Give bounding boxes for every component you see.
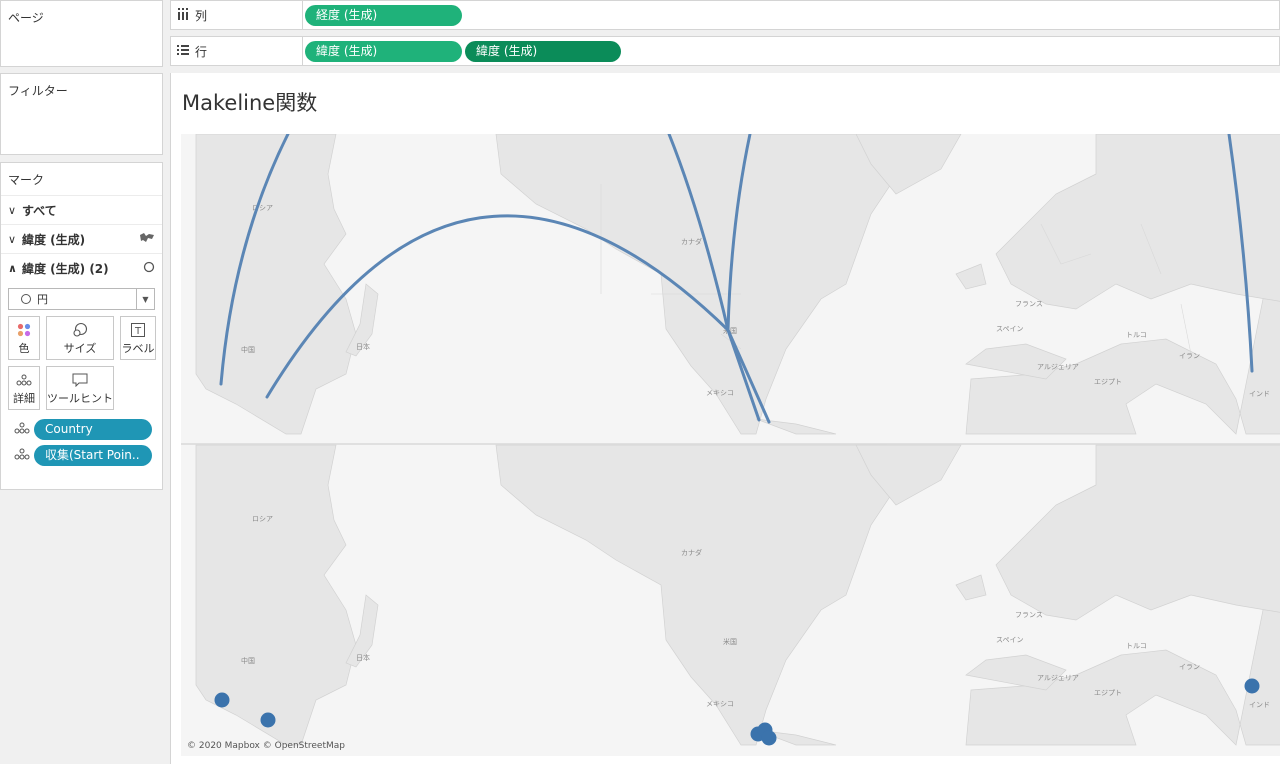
map-pane-bottom: ロシア 中国 日本 カナダ 米国 メキシコ フランス スペイン トルコ イラン … <box>181 444 1280 756</box>
map-area[interactable]: ロシア 中国 日本 カナダ 米国 メキシコ フランス スペイン トルコ イラン … <box>181 134 1280 756</box>
size-icon <box>72 321 88 339</box>
color-card[interactable]: 色 <box>8 316 40 360</box>
text-label-icon: T <box>131 321 145 339</box>
svg-text:T: T <box>134 326 142 337</box>
map-label-usa: 米国 <box>723 637 737 646</box>
map-label-china: 中国 <box>241 345 255 354</box>
map-label-algeria: アルジェリア <box>1037 363 1079 371</box>
map-label-canada: カナダ <box>681 548 702 557</box>
map-label-egypt: エジプト <box>1094 378 1122 386</box>
map-label-russia: ロシア <box>252 515 273 523</box>
detail-field-row: Country <box>14 418 162 440</box>
detail-field-row: 収集(Start Poin.. <box>14 444 162 466</box>
map-label-mexico: メキシコ <box>706 389 734 397</box>
tooltip-card-label: ツールヒント <box>47 392 113 405</box>
columns-label: 列 <box>195 8 208 23</box>
detail-card[interactable]: 詳細 <box>8 366 40 410</box>
map-label-india: インド <box>1249 390 1270 398</box>
detail-icon <box>14 448 34 463</box>
marks-cards-row-2: 詳細 ツールヒント <box>8 366 162 410</box>
latitude-pill-2[interactable]: 緯度 (生成) <box>465 40 621 62</box>
map-label-spain: スペイン <box>996 636 1024 644</box>
map-label-china: 中国 <box>241 656 255 665</box>
map-label-turkey: トルコ <box>1126 642 1147 650</box>
map-svg[interactable]: ロシア 中国 日本 カナダ 米国 メキシコ フランス スペイン トルコ イラン … <box>181 134 1280 756</box>
tableau-window: ページ フィルター マーク ∨ すべて ∨ 緯度 (生成) ∧ 緯度 (生成) … <box>0 0 1280 764</box>
size-card[interactable]: サイズ <box>46 316 114 360</box>
latitude-pill[interactable]: 緯度 (生成) <box>305 40 462 62</box>
marks-row-label: 緯度 (生成) <box>22 232 86 247</box>
map-pane-top: ロシア 中国 日本 カナダ 米国 メキシコ フランス スペイン トルコ イラン … <box>181 134 1280 443</box>
columns-shelf-label: 列 <box>171 1 303 29</box>
size-card-label: サイズ <box>63 342 97 355</box>
pages-title: ページ <box>8 11 44 25</box>
filters-title: フィルター <box>8 84 68 98</box>
rows-shelf-label: 行 <box>171 37 303 65</box>
columns-icon <box>177 7 195 23</box>
point-mark[interactable] <box>761 730 777 746</box>
chevron-down-icon: ∨ <box>8 203 17 217</box>
map-label-spain: スペイン <box>996 325 1024 333</box>
tooltip-icon <box>72 371 88 389</box>
rows-icon <box>177 44 195 59</box>
map-label-india: インド <box>1249 701 1270 709</box>
marks-row-label: 緯度 (生成) (2) <box>22 261 109 276</box>
viz-title: Makeline関数 <box>182 91 318 115</box>
map-label-france: フランス <box>1015 611 1043 619</box>
map-label-japan: 日本 <box>356 653 370 662</box>
detail-card-label: 詳細 <box>13 392 35 405</box>
tooltip-card[interactable]: ツールヒント <box>46 366 114 410</box>
circle-icon <box>21 294 31 304</box>
pages-panel[interactable]: ページ <box>0 0 163 67</box>
marks-panel: マーク ∨ すべて ∨ 緯度 (生成) ∧ 緯度 (生成) (2) 円 ▼ 色 … <box>0 162 163 490</box>
map-label-iran: イラン <box>1179 663 1200 671</box>
map-label-japan: 日本 <box>356 342 370 351</box>
map-label-france: フランス <box>1015 300 1043 308</box>
map-label-iran: イラン <box>1179 352 1200 360</box>
rows-shelf[interactable]: 行 緯度 (生成) 緯度 (生成) <box>170 36 1280 66</box>
chevron-down-icon: ▼ <box>136 289 154 309</box>
chevron-up-icon: ∧ <box>8 261 17 275</box>
point-mark[interactable] <box>1244 678 1260 694</box>
map-label-turkey: トルコ <box>1126 331 1147 339</box>
mark-type-value: 円 <box>37 293 48 306</box>
marks-cards-row-1: 色 サイズ T ラベル <box>8 316 162 360</box>
circle-mark-icon <box>143 261 155 276</box>
marks-row-latitude[interactable]: ∨ 緯度 (生成) <box>1 224 162 253</box>
color-icon <box>17 321 31 339</box>
map-label-egypt: エジプト <box>1094 689 1122 697</box>
color-card-label: 色 <box>18 342 30 355</box>
detail-icon <box>14 422 34 437</box>
longitude-pill[interactable]: 経度 (生成) <box>305 4 462 26</box>
map-icon <box>139 232 155 247</box>
map-label-mexico: メキシコ <box>706 700 734 708</box>
detail-icon <box>16 371 32 389</box>
point-mark[interactable] <box>214 692 230 708</box>
map-label-algeria: アルジェリア <box>1037 674 1079 682</box>
label-card[interactable]: T ラベル <box>120 316 156 360</box>
rows-label: 行 <box>195 44 208 59</box>
marks-row-all[interactable]: ∨ すべて <box>1 195 162 224</box>
country-pill[interactable]: Country <box>34 418 152 440</box>
chevron-down-icon: ∨ <box>8 232 17 246</box>
marks-title: マーク <box>8 173 45 187</box>
marks-row-label: すべて <box>22 203 57 218</box>
map-attribution: © 2020 Mapbox © OpenStreetMap <box>187 741 345 751</box>
map-label-canada: カナダ <box>681 237 702 246</box>
marks-row-latitude-2[interactable]: ∧ 緯度 (生成) (2) <box>1 253 162 282</box>
label-card-label: ラベル <box>121 342 155 355</box>
viz-area: Makeline関数 ロシア 中国 日本 カナダ 米国 メキシコ フランス スペ… <box>170 73 1280 764</box>
mark-type-dropdown[interactable]: 円 ▼ <box>8 288 155 310</box>
columns-shelf[interactable]: 列 経度 (生成) <box>170 0 1280 30</box>
collect-start-point-pill[interactable]: 収集(Start Poin.. <box>34 444 152 466</box>
filters-panel[interactable]: フィルター <box>0 73 163 155</box>
point-mark[interactable] <box>260 712 276 728</box>
